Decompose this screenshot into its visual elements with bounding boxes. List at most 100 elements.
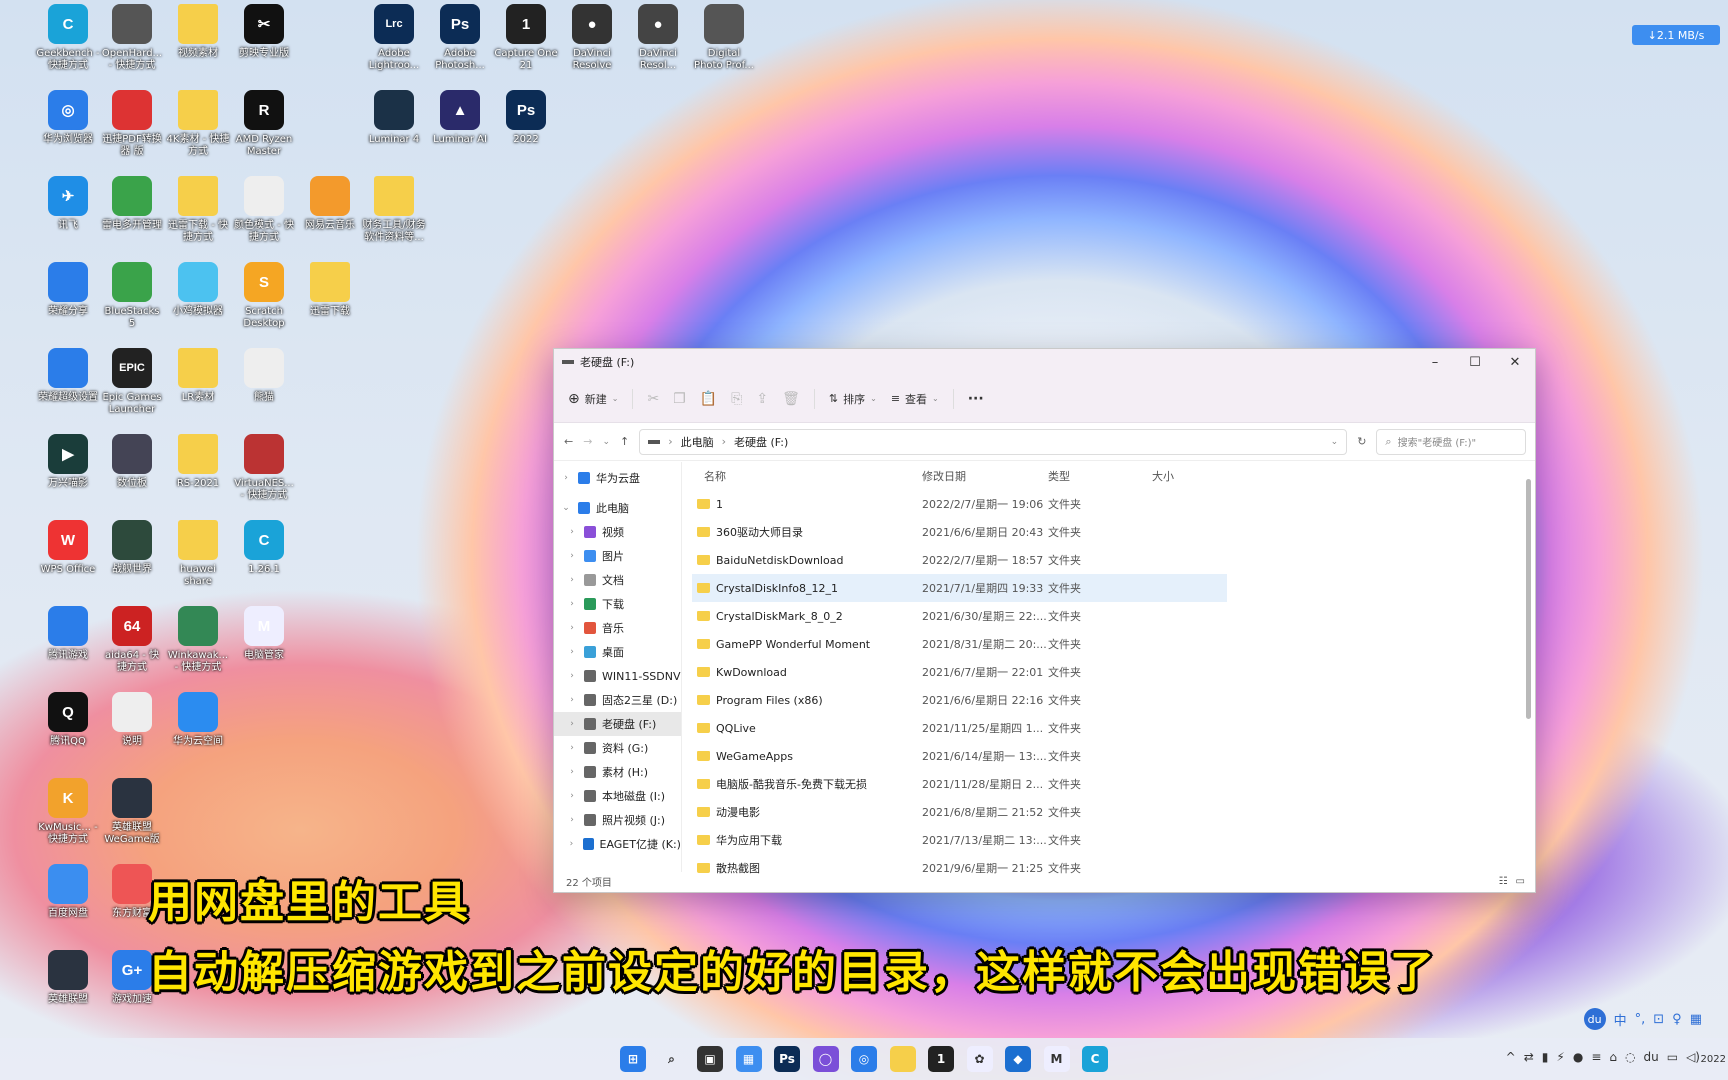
- tray-icon[interactable]: ●: [1573, 1050, 1583, 1064]
- task-view-icon[interactable]: ▣: [697, 1046, 723, 1072]
- nav-item[interactable]: › 音乐: [554, 616, 681, 640]
- column-name[interactable]: 名称: [692, 468, 922, 484]
- desktop-icon[interactable]: ◎ 华为浏览器: [36, 90, 100, 146]
- scrollbar[interactable]: [1526, 479, 1531, 719]
- desktop-icon[interactable]: 4K素材 - 快捷方式: [166, 90, 230, 158]
- address-dropdown-icon[interactable]: ⌄: [1331, 437, 1339, 447]
- desktop-icon[interactable]: Lrc Adobe Lightroo...: [362, 4, 426, 72]
- cut-icon[interactable]: ✂: [647, 391, 659, 407]
- nav-item[interactable]: › 固态2三星 (D:): [554, 688, 681, 712]
- table-row[interactable]: 360驱动大师目录 2021/6/6/星期日 20:43 文件夹: [692, 518, 1227, 546]
- cloud-icon[interactable]: ✿: [966, 1046, 993, 1072]
- desktop-icon[interactable]: 1 Capture One 21: [494, 4, 558, 72]
- maximize-button[interactable]: ☐: [1455, 355, 1495, 370]
- nav-item[interactable]: › WIN11-SSDNV: [554, 664, 681, 688]
- details-view-icon[interactable]: ☷: [1499, 876, 1508, 887]
- nav-item[interactable]: › 资料 (G:): [554, 736, 681, 760]
- photoshop-icon[interactable]: Ps: [774, 1046, 800, 1072]
- table-row[interactable]: WeGameApps 2021/6/14/星期一 13:... 文件夹: [692, 742, 1227, 770]
- tiles-view-icon[interactable]: ▭: [1516, 876, 1525, 887]
- search-icon[interactable]: ⌕: [659, 1046, 685, 1072]
- chevron-icon[interactable]: ›: [566, 671, 578, 681]
- delete-icon[interactable]: 🗑: [782, 391, 800, 407]
- ime-icon[interactable]: ▦: [1690, 1012, 1702, 1027]
- desktop-icon[interactable]: K KwMusic... - 快捷方式: [36, 778, 100, 846]
- table-row[interactable]: Program Files (x86) 2021/6/6/星期日 22:16 文件夹: [692, 686, 1227, 714]
- tray-icon[interactable]: ^: [1506, 1050, 1516, 1064]
- back-icon[interactable]: ←: [564, 435, 573, 448]
- desktop-icon[interactable]: 腾讯游戏: [36, 606, 100, 662]
- desktop-icon[interactable]: ● DaVinci Resol...: [626, 4, 690, 72]
- desktop-icon[interactable]: 迅雷下载 - 快捷方式: [166, 176, 230, 244]
- desktop-icon[interactable]: 战舰世界: [100, 520, 164, 576]
- chevron-icon[interactable]: ›: [566, 695, 578, 705]
- chevron-icon[interactable]: ›: [566, 791, 578, 801]
- breadcrumb-this-pc[interactable]: 此电脑: [681, 434, 714, 450]
- tray-icon[interactable]: ▮: [1542, 1050, 1549, 1064]
- desktop-icon[interactable]: ✂ 剪映专业版: [232, 4, 296, 60]
- desktop-icon[interactable]: Q 腾讯QQ: [36, 692, 100, 748]
- desktop-icon[interactable]: 荣耀分享: [36, 262, 100, 318]
- column-date[interactable]: 修改日期: [922, 468, 1048, 484]
- desktop-icon[interactable]: OpenHard... - 快捷方式: [100, 4, 164, 72]
- tray-icon[interactable]: du: [1644, 1050, 1659, 1064]
- share-icon[interactable]: ⇪: [756, 391, 768, 407]
- more-button[interactable]: ···: [968, 391, 984, 407]
- nav-item[interactable]: › 视频: [554, 520, 681, 544]
- browser-icon[interactable]: ◎: [851, 1046, 877, 1072]
- table-row[interactable]: 动漫电影 2021/6/8/星期二 21:52 文件夹: [692, 798, 1227, 826]
- security-icon[interactable]: ◆: [1005, 1046, 1031, 1072]
- file-explorer-icon[interactable]: [889, 1046, 916, 1072]
- up-icon[interactable]: ↑: [620, 435, 629, 448]
- chevron-icon[interactable]: ›: [566, 743, 578, 753]
- copy-icon[interactable]: ❐: [673, 391, 686, 407]
- tray-icon[interactable]: ⌂: [1609, 1050, 1617, 1064]
- desktop-icon[interactable]: EPIC Epic Games Launcher: [100, 348, 164, 416]
- nav-item[interactable]: › 桌面: [554, 640, 681, 664]
- desktop-icon[interactable]: 说明: [100, 692, 164, 748]
- address-bar[interactable]: › 此电脑 › 老硬盘 (F:) ⌄: [639, 428, 1348, 455]
- desktop-icon[interactable]: 百度网盘: [36, 864, 100, 920]
- desktop-icon[interactable]: 网易云音乐: [298, 176, 362, 232]
- table-row[interactable]: GamePP Wonderful Moment 2021/8/31/星期二 20:…: [692, 630, 1227, 658]
- desktop-icon[interactable]: C Geekbench - 快捷方式: [36, 4, 100, 72]
- chevron-icon[interactable]: ›: [566, 599, 578, 609]
- chevron-icon[interactable]: ›: [566, 767, 578, 777]
- desktop-icon[interactable]: 雷电多开管理: [100, 176, 164, 232]
- ime-icon[interactable]: ♀: [1672, 1012, 1682, 1027]
- desktop-icon[interactable]: S Scratch Desktop: [232, 262, 296, 330]
- nav-item[interactable]: › 下载: [554, 592, 681, 616]
- desktop-icon[interactable]: 64 aida64 - 快捷方式: [100, 606, 164, 674]
- ime-icon[interactable]: ⊡: [1653, 1012, 1664, 1027]
- nav-item[interactable]: › 华为云盘: [554, 466, 681, 490]
- manager-icon[interactable]: M: [1043, 1046, 1070, 1072]
- desktop-icon[interactable]: Ps Adobe Photosh...: [428, 4, 492, 72]
- nav-item[interactable]: ⌄ 此电脑: [554, 496, 681, 520]
- ime-icon[interactable]: 中: [1614, 1010, 1627, 1029]
- table-row[interactable]: 华为应用下载 2021/7/13/星期二 13:... 文件夹: [692, 826, 1227, 854]
- chevron-icon[interactable]: ›: [566, 839, 577, 849]
- desktop-icon[interactable]: Digital Photo Prof...: [692, 4, 756, 72]
- chevron-icon[interactable]: ›: [566, 527, 578, 537]
- nav-item[interactable]: › EAGET亿捷 (K:): [554, 832, 681, 856]
- nav-item[interactable]: › 照片视频 (J:): [554, 808, 681, 832]
- clock-year[interactable]: 2022: [1701, 1054, 1726, 1065]
- tray-icon[interactable]: ⚡: [1556, 1050, 1564, 1064]
- close-button[interactable]: ✕: [1495, 355, 1535, 370]
- desktop-icon[interactable]: M 电脑管家: [232, 606, 296, 662]
- desktop-icon[interactable]: huawei share: [166, 520, 230, 588]
- widgets-icon[interactable]: ▦: [735, 1046, 762, 1072]
- chevron-icon[interactable]: ›: [566, 623, 578, 633]
- minimize-button[interactable]: –: [1415, 355, 1455, 370]
- search-box[interactable]: ⌕ 搜索"老硬盘 (F:)": [1376, 428, 1527, 455]
- table-row[interactable]: QQLive 2021/11/25/星期四 1... 文件夹: [692, 714, 1227, 742]
- start-icon[interactable]: ⊞: [620, 1046, 646, 1072]
- column-size[interactable]: 大小: [1152, 468, 1256, 484]
- desktop-icon[interactable]: W WPS Office: [36, 520, 100, 576]
- nav-item[interactable]: › 文档: [554, 568, 681, 592]
- desktop-icon[interactable]: 视频素材: [166, 4, 230, 60]
- desktop-icon[interactable]: ● DaVinci Resolve: [560, 4, 624, 72]
- desktop-icon[interactable]: VirtuaNES... - 快捷方式: [232, 434, 296, 502]
- desktop-icon[interactable]: ▲ Luminar AI: [428, 90, 492, 146]
- chevron-icon[interactable]: ›: [566, 719, 578, 729]
